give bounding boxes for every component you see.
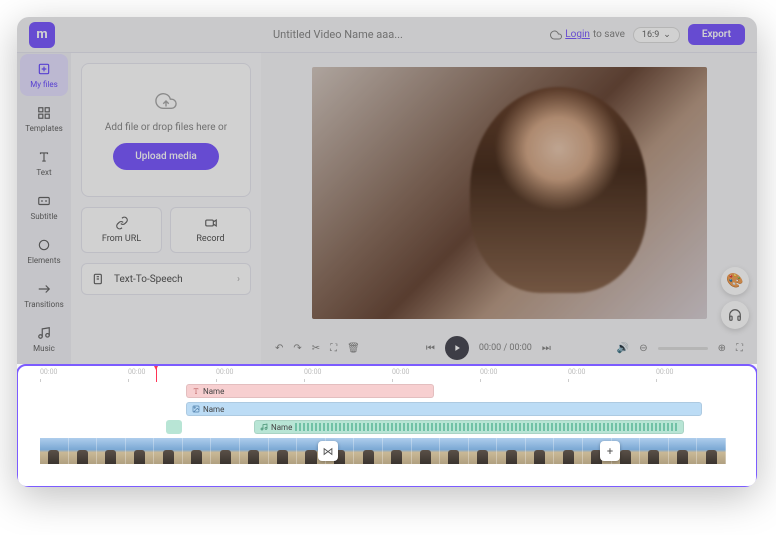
sidebar-item-elements[interactable]: Elements (20, 230, 68, 272)
image-clip[interactable]: Name (186, 402, 702, 416)
ruler-tick: 00:00 (40, 368, 57, 376)
skip-back-icon[interactable]: ⏮ (426, 343, 435, 354)
cloud-upload-icon (152, 90, 180, 112)
volume-icon[interactable]: 🔊 (617, 343, 629, 354)
text-icon (36, 149, 52, 165)
ruler-tick: 00:00 (656, 368, 673, 376)
video-thumbnail[interactable] (669, 438, 698, 464)
sidebar-item-text[interactable]: Text (20, 142, 68, 184)
music-icon (36, 325, 52, 341)
audio-clip[interactable]: Name (254, 420, 684, 434)
video-thumbnail[interactable] (269, 438, 298, 464)
transition-icon (36, 281, 52, 297)
chevron-down-icon: ⌄ (663, 30, 671, 40)
record-button[interactable]: Record (170, 207, 251, 253)
upload-media-button[interactable]: Upload media (113, 143, 219, 170)
video-thumbnail-strip[interactable] (40, 438, 726, 464)
video-thumbnail[interactable] (183, 438, 212, 464)
link-icon (115, 216, 129, 230)
playback-controls: ↶ ↷ ✂ ⛶ 🗑 ⏮ 00:00 / 00:00 ⏭ 🔊 ⊖ ⊕ ⛶ (261, 332, 757, 364)
export-button[interactable]: Export (688, 24, 745, 45)
video-thumbnail[interactable] (40, 438, 69, 464)
playhead[interactable] (156, 366, 157, 382)
grid-icon (36, 105, 52, 121)
headphones-tool-icon[interactable] (721, 301, 749, 329)
add-clip-button[interactable]: + (600, 441, 620, 461)
timeline-ruler[interactable]: 00:00 00:00 00:00 00:00 00:00 00:00 00:00 00:00 (18, 366, 756, 382)
login-link[interactable]: Login (565, 29, 590, 40)
playback-time: 00:00 / 00:00 (479, 343, 532, 353)
from-url-button[interactable]: From URL (81, 207, 162, 253)
shapes-icon (36, 237, 52, 253)
video-thumbnail[interactable] (497, 438, 526, 464)
dropzone[interactable]: Add file or drop files here or Upload me… (81, 63, 251, 197)
play-button[interactable] (445, 336, 469, 360)
video-thumbnail[interactable] (97, 438, 126, 464)
video-thumbnail[interactable] (440, 438, 469, 464)
sidebar: My files Templates Text Subtitle Element… (17, 53, 71, 364)
video-thumbnail[interactable] (211, 438, 240, 464)
plus-file-icon (36, 61, 52, 77)
video-thumbnail[interactable] (69, 438, 98, 464)
timeline[interactable]: 00:0000:0000:0000:0000:0000:0000:0000:00… (17, 364, 757, 487)
timeline-tracks[interactable]: Name Name Name ⋈ + (18, 382, 756, 486)
scissors-icon[interactable]: ✂ (312, 343, 320, 354)
trash-icon[interactable]: 🗑 (347, 343, 360, 354)
audio-clip-icon (260, 423, 268, 431)
image-clip-icon (192, 405, 200, 413)
crop-icon[interactable]: ⛶ (330, 343, 337, 354)
video-thumbnail[interactable] (640, 438, 669, 464)
chevron-right-icon: › (237, 274, 240, 285)
cloud-save-icon (550, 29, 562, 41)
text-clip-icon (192, 387, 200, 395)
video-thumbnail[interactable] (554, 438, 583, 464)
video-thumbnail[interactable] (383, 438, 412, 464)
aspect-ratio-select[interactable]: 16:9⌄ (633, 27, 680, 43)
ruler-tick: 00:00 (304, 368, 321, 376)
ruler-tick: 00:00 (480, 368, 497, 376)
sidebar-item-subtitle[interactable]: Subtitle (20, 186, 68, 228)
ruler-tick: 00:00 (216, 368, 233, 376)
camera-icon (204, 216, 218, 230)
video-thumbnail[interactable] (412, 438, 441, 464)
text-to-speech-button[interactable]: Text-To-Speech › (81, 263, 251, 295)
audio-clip-fragment[interactable] (166, 420, 182, 434)
video-thumbnail[interactable] (240, 438, 269, 464)
project-title[interactable]: Untitled Video Name aaa... (273, 28, 542, 41)
drop-text: Add file or drop files here or (105, 122, 227, 133)
zoom-in-icon[interactable]: ⊕ (718, 343, 726, 354)
redo-icon[interactable]: ↷ (293, 343, 301, 354)
sidebar-item-transitions[interactable]: Transitions (20, 274, 68, 316)
undo-icon[interactable]: ↶ (275, 343, 283, 354)
fit-icon[interactable]: ⛶ (736, 343, 743, 354)
preview-video-frame (312, 67, 707, 319)
zoom-slider[interactable] (658, 347, 708, 350)
zoom-out-icon[interactable]: ⊖ (639, 343, 647, 354)
video-thumbnail[interactable] (126, 438, 155, 464)
login-save-hint: Login to save (550, 29, 625, 41)
sidebar-item-my-files[interactable]: My files (20, 54, 68, 96)
video-thumbnail[interactable] (154, 438, 183, 464)
split-transition-button[interactable]: ⋈ (318, 441, 338, 461)
preview-stage[interactable] (261, 53, 757, 332)
ruler-tick: 00:00 (128, 368, 145, 376)
cc-icon (36, 193, 52, 209)
video-thumbnail[interactable] (469, 438, 498, 464)
tts-icon (92, 272, 106, 286)
palette-tool-icon[interactable]: 🎨 (721, 267, 749, 295)
ruler-tick: 00:00 (392, 368, 409, 376)
media-panel: Add file or drop files here or Upload me… (71, 53, 261, 364)
video-thumbnail[interactable] (354, 438, 383, 464)
audio-waveform (295, 423, 678, 431)
skip-forward-icon[interactable]: ⏭ (542, 343, 551, 354)
video-thumbnail[interactable] (697, 438, 726, 464)
video-thumbnail[interactable] (526, 438, 555, 464)
app-logo: m (29, 22, 55, 48)
sidebar-item-music[interactable]: Music (20, 318, 68, 360)
ruler-tick: 00:00 (568, 368, 585, 376)
sidebar-item-templates[interactable]: Templates (20, 98, 68, 140)
text-clip[interactable]: Name (186, 384, 434, 398)
